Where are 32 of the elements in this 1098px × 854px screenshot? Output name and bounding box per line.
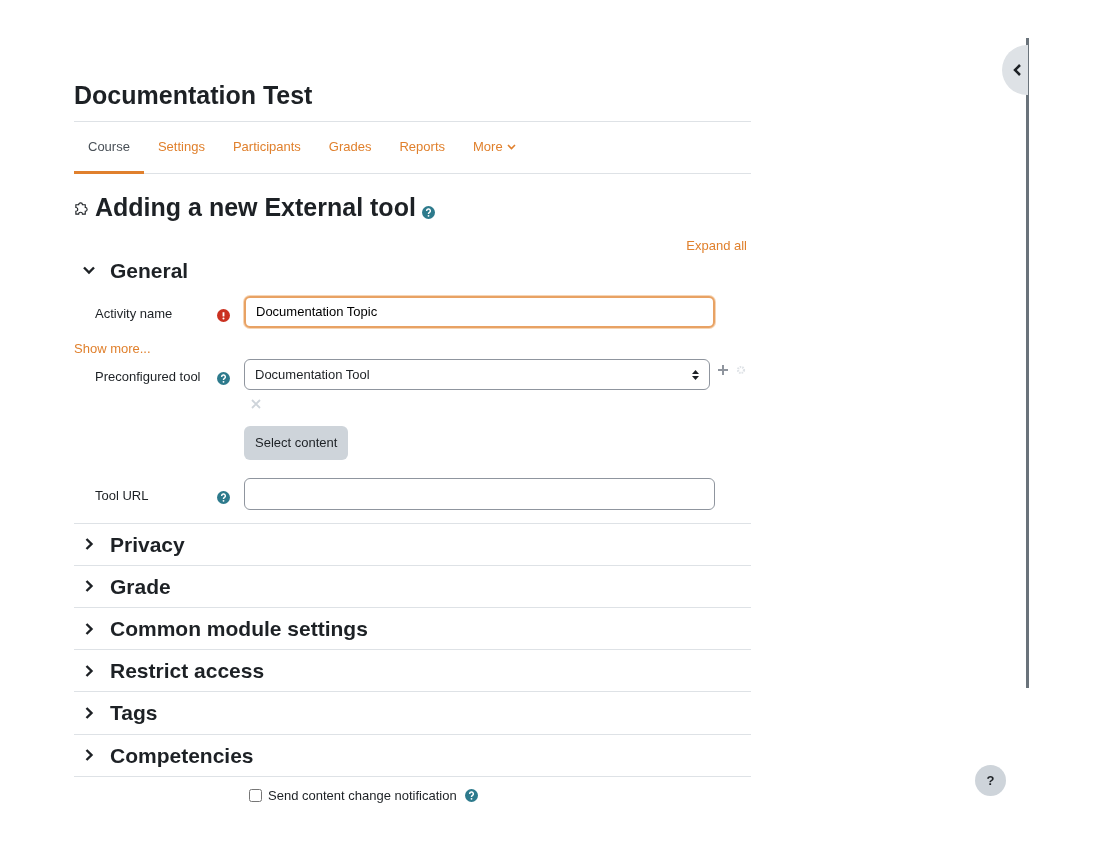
- text-field[interactable]: [244, 477, 715, 510]
- field-label: Tool URL: [94, 486, 150, 505]
- field-label: Activity name: [94, 304, 174, 323]
- section-title[interactable]: Common module settings: [110, 616, 368, 642]
- section-title[interactable]: Grade: [110, 573, 171, 600]
- select-field[interactable]: Documentation Tool: [244, 359, 710, 391]
- help-icon[interactable]: [217, 490, 230, 504]
- drawer-toggle[interactable]: [1002, 45, 1028, 95]
- select-value: Documentation Tool: [255, 365, 370, 384]
- chevron-left-icon: [1012, 64, 1022, 76]
- section-title[interactable]: General: [110, 257, 189, 283]
- puzzle-icon: [74, 199, 89, 215]
- help-button[interactable]: ?: [975, 765, 1006, 796]
- text-field[interactable]: Documentation Topic: [244, 295, 715, 328]
- select-content-button[interactable]: Select content: [244, 426, 349, 460]
- checkbox-label: Send content change notification: [268, 786, 457, 805]
- section-title[interactable]: Restrict access: [110, 658, 265, 684]
- section-title[interactable]: Competencies: [110, 742, 254, 768]
- sort-arrows-icon: [692, 369, 699, 380]
- field-label: Preconfigured tool: [94, 368, 202, 387]
- plus-icon[interactable]: [718, 365, 728, 376]
- help-icon[interactable]: [464, 789, 478, 803]
- section-title[interactable]: Tags: [110, 700, 158, 726]
- page-heading: Adding a new External tool: [95, 192, 416, 222]
- page-title: Documentation Test: [74, 80, 314, 110]
- help-icon[interactable]: [217, 372, 230, 386]
- nav-tab[interactable]: Course: [74, 122, 144, 174]
- help-icon[interactable]: [421, 206, 435, 219]
- checkbox[interactable]: [249, 789, 262, 803]
- scrollbar[interactable]: [1026, 38, 1029, 688]
- caret-icon: [506, 143, 516, 150]
- section-title[interactable]: Privacy: [110, 531, 185, 557]
